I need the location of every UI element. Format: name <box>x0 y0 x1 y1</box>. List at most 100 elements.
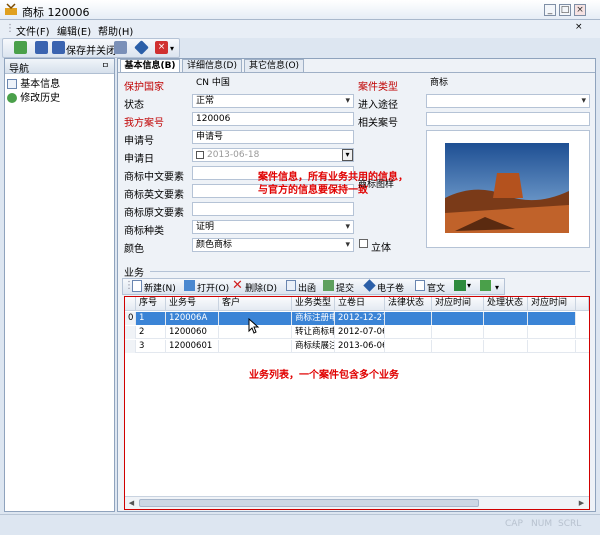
excel-icon[interactable] <box>454 280 466 291</box>
cell-time-2 <box>528 340 576 353</box>
delete-icon[interactable]: × <box>155 41 168 54</box>
color-select[interactable]: 颜色商标 <box>192 238 354 252</box>
related-ref-label: 相关案号 <box>358 118 398 129</box>
num-indicator: NUM <box>531 519 553 529</box>
window-title: 商标 120006 <box>22 6 90 19</box>
e-volume-button[interactable]: 电子卷 <box>377 281 404 294</box>
business-toolbar-overflow[interactable]: ▾ <box>495 283 499 292</box>
new-button[interactable]: 新建(N) <box>144 281 176 294</box>
menu-grip-icon: ⋮ <box>5 23 15 34</box>
trademark-pattern-label: 商标图样 <box>358 180 395 190</box>
letter-icon <box>286 280 296 291</box>
cell-legal-status <box>385 340 432 353</box>
minimize-button[interactable]: _ <box>544 4 556 16</box>
col-no[interactable]: 序号 <box>136 297 166 311</box>
official-doc-button[interactable]: 官文 <box>427 281 445 294</box>
cell-file-date: 2012-07-06 <box>335 326 385 339</box>
kind-select[interactable]: 证明 <box>192 220 354 234</box>
tab-other[interactable]: 其它信息(O) <box>244 59 304 73</box>
pin-icon[interactable]: ㅁ <box>102 60 109 71</box>
solid-label: 立体 <box>371 243 391 254</box>
refresh-business-icon[interactable] <box>480 280 491 291</box>
main-panel: 基本信息(B) 详细信息(D) 其它信息(O) 保护国家 CN 中国 状态 正常… <box>117 58 596 512</box>
cell-file-date: 2012-12-27 <box>335 312 385 325</box>
nav-item-history[interactable]: 修改历史 <box>7 89 60 104</box>
save-icon[interactable] <box>35 41 48 54</box>
mouse-cursor-icon <box>248 318 260 334</box>
letter-button[interactable]: 出函 <box>298 281 316 294</box>
app-no-input[interactable]: 申请号 <box>192 130 354 144</box>
orig-element-input[interactable] <box>192 202 354 216</box>
refresh-icon[interactable] <box>14 41 27 54</box>
menu-edit[interactable]: 编辑(E) <box>57 23 91 38</box>
table-row[interactable]: 1 2 1200060 转让商标申 2012-07-06 <box>125 326 589 339</box>
scrl-indicator: SCRL <box>558 519 582 529</box>
solid-checkbox[interactable] <box>359 239 368 248</box>
cell-process-status <box>484 340 528 353</box>
cell-process-status <box>484 312 528 325</box>
app-icon <box>5 3 17 15</box>
col-legal-status[interactable]: 法律状态 <box>385 297 432 311</box>
copy-icon[interactable] <box>114 41 127 54</box>
status-label: 状态 <box>124 100 144 111</box>
col-biz-type[interactable]: 业务类型 <box>292 297 335 311</box>
maximize-button[interactable]: □ <box>559 4 571 16</box>
col-time-2[interactable]: 对应时间 <box>528 297 576 311</box>
submit-icon <box>323 280 334 291</box>
trademark-image-box[interactable] <box>426 130 590 248</box>
cell-legal-status <box>385 312 432 325</box>
table-row[interactable]: 0 1 120006A 商标注册申 2012-12-27 <box>125 312 589 325</box>
cell-no: 1 <box>136 312 166 325</box>
menu-help[interactable]: 帮助(H) <box>98 23 133 38</box>
tab-detail[interactable]: 详细信息(D) <box>182 59 242 73</box>
calendar-dropdown-icon[interactable]: ▾ <box>342 149 353 161</box>
open-button[interactable]: 打开(O) <box>197 281 229 294</box>
save-close-button[interactable]: 保存并关闭 <box>66 42 116 57</box>
entry-path-select[interactable] <box>426 94 590 108</box>
col-file-date[interactable]: 立卷日 <box>335 297 385 311</box>
protect-country-label: 保护国家 <box>124 82 164 93</box>
business-section-label: 业务 <box>124 268 144 279</box>
related-ref-input[interactable] <box>426 112 590 126</box>
col-process-status[interactable]: 处理状态 <box>484 297 528 311</box>
nav-item-basic[interactable]: 基本信息 <box>7 75 60 90</box>
app-date-picker[interactable]: 2013-06-18 <box>192 148 354 162</box>
our-ref-input[interactable]: 120006 <box>192 112 354 126</box>
excel-dropdown-icon[interactable]: ▾ <box>467 281 471 290</box>
cell-time-1 <box>432 326 484 339</box>
delete-button[interactable]: 删除(D) <box>245 281 277 294</box>
status-select[interactable]: 正常 <box>192 94 354 108</box>
our-ref-label: 我方案号 <box>124 118 164 129</box>
table-row[interactable]: 2 3 12000601 商标续展注 2013-06-06 <box>125 340 589 353</box>
official-doc-icon <box>415 280 425 291</box>
menu-file[interactable]: 文件(F) <box>16 23 50 38</box>
close-button[interactable]: × <box>574 4 586 16</box>
cell-time-2 <box>528 312 576 325</box>
col-time-1[interactable]: 对应时间 <box>432 297 484 311</box>
toolbar-overflow-icon[interactable]: ▾ <box>170 44 174 53</box>
case-type-label: 案件类型 <box>358 82 398 93</box>
color-label: 颜色 <box>124 244 144 255</box>
navigation-panel: 导航 ㅁ 基本信息 修改历史 <box>4 58 115 512</box>
tab-basic[interactable]: 基本信息(B) <box>120 59 180 73</box>
cell-biz-type: 商标续展注 <box>292 340 335 353</box>
status-bar: CAP NUM SCRL <box>0 514 600 535</box>
cell-biz-type: 商标注册申 <box>292 312 335 325</box>
scroll-right-icon[interactable]: ▶ <box>576 498 587 508</box>
submit-button[interactable]: 提交 <box>336 281 354 294</box>
document-icon <box>7 79 17 89</box>
cell-biz-no: 120006A <box>166 312 219 325</box>
horizontal-scrollbar[interactable]: ◀ ▶ <box>125 496 589 509</box>
col-biz-no[interactable]: 业务号 <box>166 297 219 311</box>
scrollbar-thumb[interactable] <box>139 499 479 507</box>
scroll-left-icon[interactable]: ◀ <box>126 498 137 508</box>
delete-x-icon: ✕ <box>232 278 243 293</box>
close-document-icon[interactable]: × <box>575 22 583 32</box>
save-close-icon <box>52 41 65 54</box>
app-date-checkbox[interactable] <box>196 151 204 159</box>
cell-legal-status <box>385 326 432 339</box>
cell-client <box>219 340 292 353</box>
row-indicator: 1 <box>125 326 136 339</box>
trademark-image <box>445 143 569 233</box>
col-client[interactable]: 客户 <box>219 297 292 311</box>
